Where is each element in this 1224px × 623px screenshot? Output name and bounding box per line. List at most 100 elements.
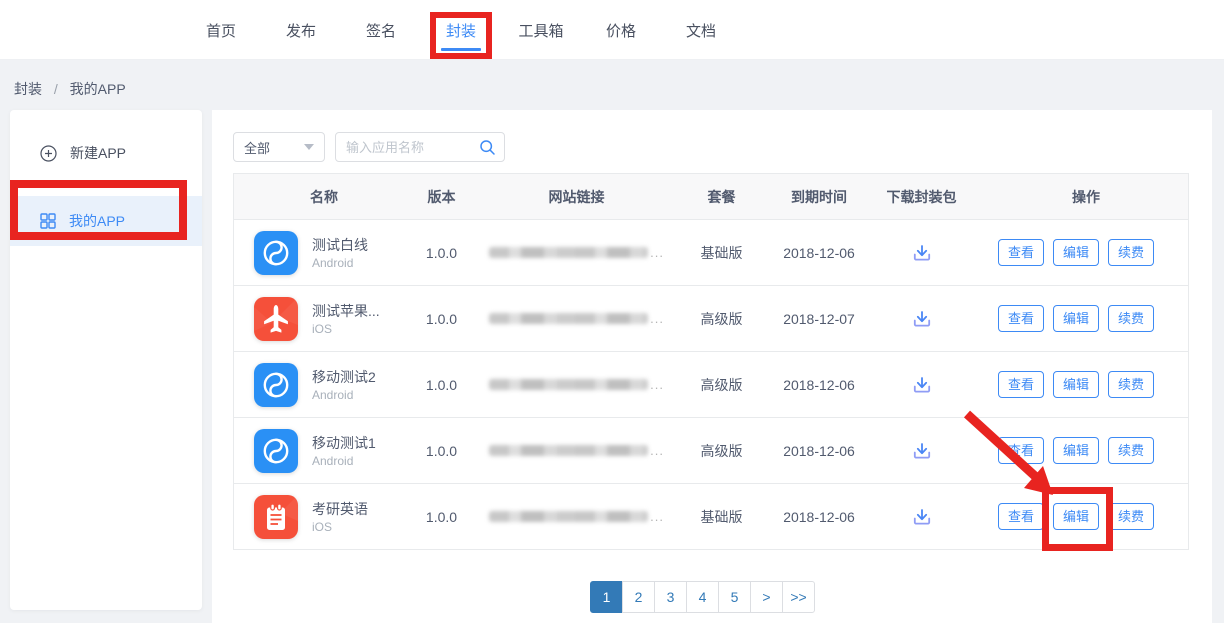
plan: 基础版 xyxy=(664,243,779,263)
col-header-plan: 套餐 xyxy=(664,187,779,207)
col-header-expiry: 到期时间 xyxy=(779,187,859,207)
app-name: 移动测试1 xyxy=(312,434,376,452)
nav-item-signature[interactable]: 签名 xyxy=(341,0,421,60)
app-version: 1.0.0 xyxy=(394,245,489,261)
nav-item-toolbox[interactable]: 工具箱 xyxy=(501,0,581,60)
app-version: 1.0.0 xyxy=(394,377,489,393)
edit-button[interactable]: 编辑 xyxy=(1053,239,1099,266)
edit-button[interactable]: 编辑 xyxy=(1053,305,1099,332)
plan: 高级版 xyxy=(664,309,779,329)
nav-item-home[interactable]: 首页 xyxy=(181,0,261,60)
renew-button[interactable]: 续费 xyxy=(1108,437,1154,464)
edit-button[interactable]: 编辑 xyxy=(1053,437,1099,464)
s-logo-icon xyxy=(254,429,298,473)
app-name: 移动测试2 xyxy=(312,368,376,386)
col-header-version: 版本 xyxy=(394,187,489,207)
edit-button[interactable]: 编辑 xyxy=(1053,371,1099,398)
edit-button[interactable]: 编辑 xyxy=(1053,503,1099,530)
link-ellipsis: ... xyxy=(650,245,664,260)
page-next[interactable]: > xyxy=(750,581,783,613)
website-link-masked: ... xyxy=(489,509,664,524)
page-3[interactable]: 3 xyxy=(654,581,687,613)
chevron-down-icon xyxy=(304,144,314,150)
table-row: 测试苹果... iOS 1.0.0 ... 高级版 2018-12-07 查看 … xyxy=(234,285,1188,351)
search-icon[interactable] xyxy=(479,139,496,156)
col-header-name: 名称 xyxy=(234,187,394,207)
download-button[interactable] xyxy=(909,306,935,332)
download-button[interactable] xyxy=(909,504,935,530)
download-icon xyxy=(912,309,932,329)
nav-item-package-label: 封装 xyxy=(446,20,476,41)
col-header-actions: 操作 xyxy=(984,187,1188,207)
notes-icon xyxy=(254,495,298,539)
app-platform: iOS xyxy=(312,520,368,534)
sidebar-item-label: 我的APP xyxy=(69,211,125,231)
page-1[interactable]: 1 xyxy=(590,581,623,613)
page-next[interactable]: 5 xyxy=(718,581,751,613)
plan: 高级版 xyxy=(664,375,779,395)
nav-item-docs[interactable]: 文档 xyxy=(661,0,741,60)
nav-item-publish[interactable]: 发布 xyxy=(261,0,341,60)
search-input[interactable] xyxy=(346,140,479,155)
plane-icon xyxy=(254,297,298,341)
breadcrumb-section[interactable]: 封装 xyxy=(14,81,42,97)
view-button[interactable]: 查看 xyxy=(998,503,1044,530)
filter-row: 全部 xyxy=(233,132,505,162)
link-ellipsis: ... xyxy=(650,377,664,392)
table-header: 名称 版本 网站链接 套餐 到期时间 下载封装包 操作 xyxy=(234,174,1188,219)
category-select[interactable]: 全部 xyxy=(233,132,325,162)
page-last[interactable]: >> xyxy=(782,581,815,613)
view-button[interactable]: 查看 xyxy=(998,371,1044,398)
app-table: 名称 版本 网站链接 套餐 到期时间 下载封装包 操作 测试白线 Android… xyxy=(233,173,1189,550)
renew-button[interactable]: 续费 xyxy=(1108,503,1154,530)
link-ellipsis: ... xyxy=(650,443,664,458)
nav-item-price[interactable]: 价格 xyxy=(581,0,661,60)
actions-cell: 查看 编辑 续费 xyxy=(984,503,1188,530)
expiry-date: 2018-12-06 xyxy=(779,509,859,525)
sidebar: 新建APP 我的APP xyxy=(10,110,202,610)
app-version: 1.0.0 xyxy=(394,509,489,525)
website-link-masked: ... xyxy=(489,311,664,326)
blurred-link xyxy=(489,379,648,390)
nav-item-package[interactable]: 封装 xyxy=(421,0,501,60)
app-name: 测试苹果... xyxy=(312,302,380,320)
download-icon xyxy=(912,375,932,395)
col-header-link: 网站链接 xyxy=(489,187,664,207)
sidebar-item-label: 新建APP xyxy=(70,143,126,163)
app-name: 考研英语 xyxy=(312,500,368,518)
page-4[interactable]: 4 xyxy=(686,581,719,613)
expiry-date: 2018-12-06 xyxy=(779,443,859,459)
actions-cell: 查看 编辑 续费 xyxy=(984,371,1188,398)
main-nav: 首页 发布 签名 封装 工具箱 价格 文档 xyxy=(181,0,741,60)
download-button[interactable] xyxy=(909,438,935,464)
renew-button[interactable]: 续费 xyxy=(1108,305,1154,332)
app-name-cell: 测试白线 Android xyxy=(234,231,394,275)
actions-cell: 查看 编辑 续费 xyxy=(984,437,1188,464)
col-header-download: 下载封装包 xyxy=(859,187,984,207)
app-name-cell: 移动测试2 Android xyxy=(234,363,394,407)
expiry-date: 2018-12-06 xyxy=(779,245,859,261)
download-button[interactable] xyxy=(909,372,935,398)
website-link-masked: ... xyxy=(489,443,664,458)
plan: 基础版 xyxy=(664,507,779,527)
main-content: 全部 名称 版本 网站链接 套餐 到期时间 下载封装包 操作 xyxy=(212,110,1212,623)
view-button[interactable]: 查看 xyxy=(998,239,1044,266)
renew-button[interactable]: 续费 xyxy=(1108,239,1154,266)
renew-button[interactable]: 续费 xyxy=(1108,371,1154,398)
link-ellipsis: ... xyxy=(650,311,664,326)
table-row: 移动测试2 Android 1.0.0 ... 高级版 2018-12-06 查… xyxy=(234,351,1188,417)
table-row: 测试白线 Android 1.0.0 ... 基础版 2018-12-06 查看… xyxy=(234,219,1188,285)
sidebar-item-my-app[interactable]: 我的APP xyxy=(10,196,202,246)
blurred-link xyxy=(489,511,648,522)
table-row: 考研英语 iOS 1.0.0 ... 基础版 2018-12-06 查看 编辑 xyxy=(234,483,1188,549)
s-logo-icon xyxy=(254,363,298,407)
view-button[interactable]: 查看 xyxy=(998,305,1044,332)
view-button[interactable]: 查看 xyxy=(998,437,1044,464)
download-icon xyxy=(912,243,932,263)
plus-circle-icon xyxy=(40,145,57,162)
download-button[interactable] xyxy=(909,240,935,266)
sidebar-item-new-app[interactable]: 新建APP xyxy=(10,126,202,180)
page-2[interactable]: 2 xyxy=(622,581,655,613)
category-select-value: 全部 xyxy=(244,138,270,157)
blurred-link xyxy=(489,445,648,456)
